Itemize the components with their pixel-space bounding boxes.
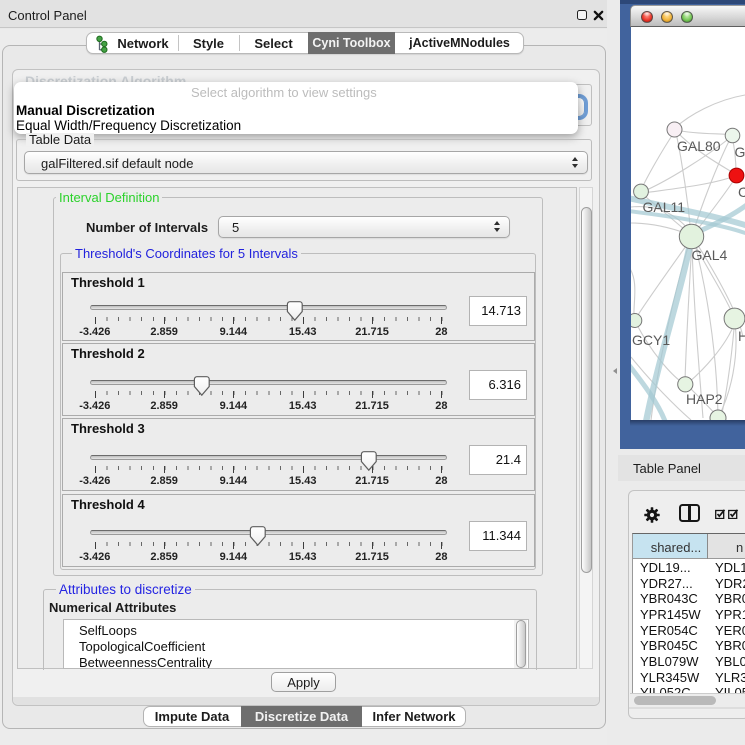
svg-text:GCY1: GCY1 — [632, 332, 670, 348]
svg-text:GAL4: GAL4 — [692, 247, 728, 263]
svg-text:HAP2: HAP2 — [686, 391, 723, 407]
svg-text:H: H — [738, 328, 745, 344]
svg-text:GAL80: GAL80 — [677, 138, 721, 154]
svg-text:C: C — [738, 184, 745, 200]
svg-text:GA: GA — [735, 144, 745, 160]
svg-text:GAL11: GAL11 — [643, 199, 686, 215]
